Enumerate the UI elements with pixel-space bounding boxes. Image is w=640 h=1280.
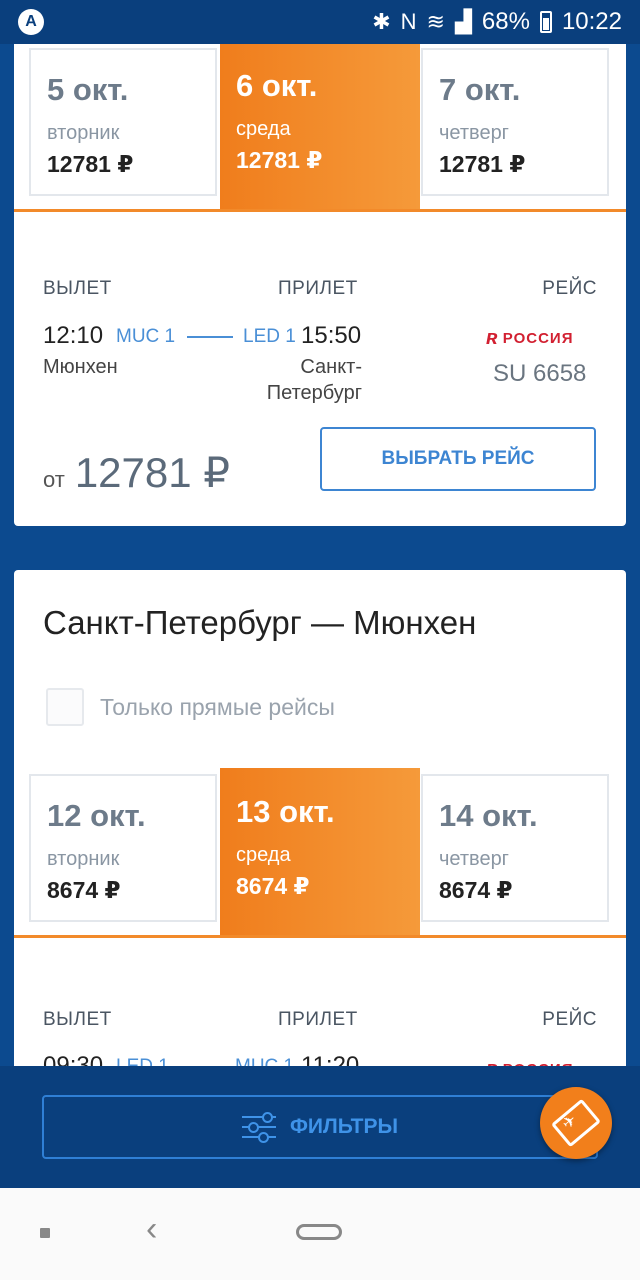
date-option[interactable]: 7 окт. четверг 12781 ₽	[421, 48, 609, 196]
back-button[interactable]: ‹	[146, 1210, 157, 1249]
bluetooth-icon: ✱	[372, 9, 391, 34]
date-day: 12 окт.	[47, 798, 146, 833]
arrival-time: 15:50	[301, 322, 362, 349]
route-connector	[187, 336, 233, 338]
airline-name: РОССИЯ	[502, 330, 574, 347]
flight-number: SU 6658	[493, 360, 587, 387]
direct-only-filter[interactable]: Только прямые рейсы	[46, 688, 335, 726]
departure-airport-code: MUC 1	[116, 326, 176, 347]
departure-label: ВЫЛЕТ	[43, 1009, 112, 1030]
app-notification-icon: A	[18, 9, 44, 35]
direct-only-label: Только прямые рейсы	[100, 693, 335, 720]
arrival-label: ПРИЛЕТ	[278, 278, 358, 299]
return-card: Санкт-Петербург — Мюнхен Только прямые р…	[14, 570, 626, 1090]
filter-bar: ФИЛЬТРЫ	[0, 1066, 640, 1188]
price-line: от 12781 ₽	[43, 448, 230, 497]
date-day: 14 окт.	[439, 798, 538, 833]
recent-apps-button[interactable]	[40, 1228, 50, 1238]
date-weekday: четверг	[439, 848, 509, 870]
direct-only-checkbox[interactable]	[46, 688, 84, 726]
date-option[interactable]: 14 окт. четверг 8674 ₽	[421, 774, 609, 922]
date-weekday: среда	[236, 118, 291, 140]
date-price: 12781 ₽	[236, 147, 323, 173]
battery-icon	[539, 11, 552, 33]
select-flight-button[interactable]: ВЫБРАТЬ РЕЙС	[320, 427, 596, 491]
arrival-city: Санкт- Петербург	[260, 354, 362, 406]
date-price: 8674 ₽	[236, 873, 310, 899]
outbound-card: 5 окт. вторник 12781 ₽ 6 окт. среда 1278…	[14, 0, 626, 526]
nfc-icon: N	[400, 9, 417, 34]
flight-label: РЕЙС	[542, 1009, 597, 1030]
status-bar: A ✱ N ≋ ▟ 68% 10:22	[0, 0, 640, 44]
system-nav-bar: ‹	[0, 1188, 640, 1280]
home-button[interactable]	[296, 1224, 342, 1240]
date-weekday: вторник	[47, 122, 120, 144]
arrival-city-line: Петербург	[266, 382, 362, 404]
filters-button-label: ФИЛЬТРЫ	[289, 1115, 399, 1138]
date-day: 6 окт.	[236, 68, 318, 103]
departure-time: 12:10	[43, 322, 104, 349]
date-price: 12781 ₽	[47, 151, 134, 177]
selected-date-underline	[14, 935, 626, 938]
flight-label: РЕЙС	[542, 278, 597, 299]
date-day: 13 окт.	[236, 794, 335, 829]
return-date-strip: 12 окт. вторник 8674 ₽ 13 окт. среда 867…	[14, 768, 626, 938]
date-price: 8674 ₽	[439, 877, 513, 903]
selected-date-underline	[14, 209, 626, 212]
airline-logo: ʀ РОССИЯ	[486, 327, 573, 350]
date-option[interactable]: 12 окт. вторник 8674 ₽	[29, 774, 217, 922]
outbound-date-strip: 5 окт. вторник 12781 ₽ 6 окт. среда 1278…	[14, 42, 626, 212]
clock: 10:22	[561, 8, 622, 35]
ticket-icon	[551, 1098, 601, 1148]
date-price: 12781 ₽	[439, 151, 526, 177]
tickets-fab[interactable]	[540, 1087, 612, 1159]
signal-icon: ▟	[454, 9, 472, 34]
route-title: Санкт-Петербург — Мюнхен	[43, 604, 477, 641]
wifi-icon: ≋	[426, 9, 445, 34]
date-option[interactable]: 5 окт. вторник 12781 ₽	[29, 48, 217, 196]
arrival-label: ПРИЛЕТ	[278, 1009, 358, 1030]
date-day: 7 окт.	[439, 72, 521, 107]
price-from-label: от	[43, 467, 65, 492]
sliders-icon	[241, 1112, 276, 1143]
airline-logo-icon: ʀ	[486, 327, 499, 349]
arrival-airport-code: LED 1	[243, 326, 296, 347]
battery-percent: 68%	[481, 8, 530, 35]
date-day: 5 окт.	[47, 72, 129, 107]
date-option-selected[interactable]: 13 окт. среда 8674 ₽	[220, 768, 420, 938]
departure-city: Мюнхен	[43, 356, 118, 378]
date-option-selected[interactable]: 6 окт. среда 12781 ₽	[220, 42, 420, 212]
date-weekday: четверг	[439, 122, 509, 144]
date-weekday: вторник	[47, 848, 120, 870]
arrival-city-line: Санкт-	[300, 356, 362, 378]
date-price: 8674 ₽	[47, 877, 121, 903]
date-weekday: среда	[236, 844, 291, 866]
filters-button[interactable]: ФИЛЬТРЫ	[42, 1095, 598, 1159]
price-value: 12781 ₽	[74, 449, 231, 496]
departure-label: ВЫЛЕТ	[43, 278, 112, 299]
